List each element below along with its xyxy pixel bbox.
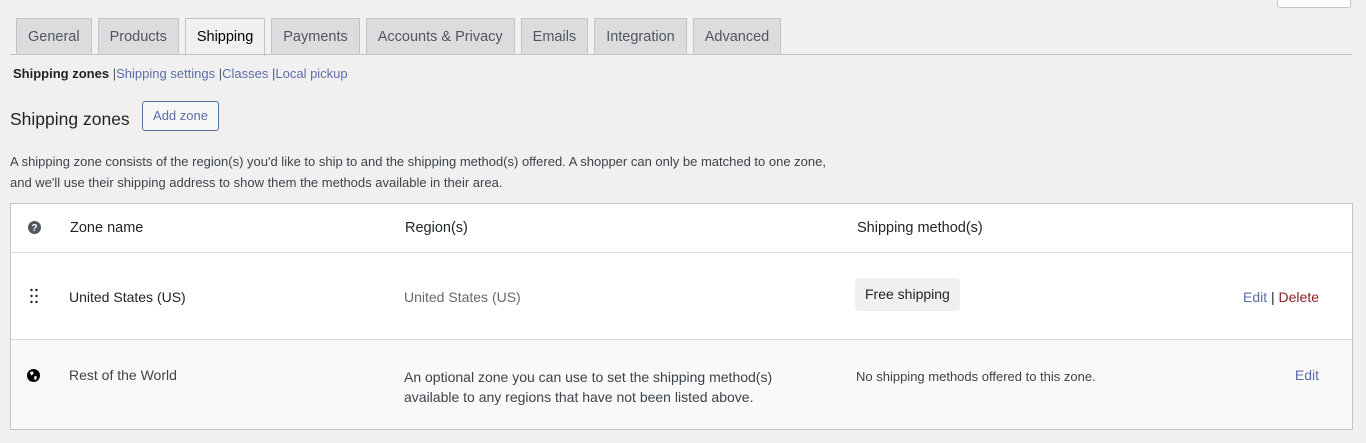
page-title: Shipping zones (10, 109, 130, 129)
zone-region: An optional zone you can use to set the … (404, 369, 773, 405)
shipping-zones-table: ? Zone name Region(s) Shipping method(s)… (10, 203, 1353, 430)
header-shipping-methods: Shipping method(s) (857, 220, 983, 236)
settings-tabs: General Products Shipping Payments Accou… (16, 18, 782, 56)
svg-text:?: ? (31, 223, 37, 234)
header-zone-name: Zone name (70, 220, 144, 236)
edit-link[interactable]: Edit (1243, 289, 1267, 305)
tab-emails[interactable]: Emails (520, 18, 589, 55)
no-methods-text: No shipping methods offered to this zone… (856, 369, 1096, 384)
tab-accounts-privacy[interactable]: Accounts & Privacy (365, 18, 515, 55)
zone-name[interactable]: United States (US) (69, 289, 186, 305)
globe-icon (27, 369, 40, 385)
help-icon[interactable]: ? (28, 221, 41, 238)
subnav-local-pickup[interactable]: Local pickup (275, 66, 347, 81)
description: A shipping zone consists of the region(s… (10, 154, 826, 190)
subnav-shipping-settings[interactable]: Shipping settings (116, 66, 215, 81)
table-row: United States (US) United States (US) Fr… (11, 253, 1352, 340)
zone-region: United States (US) (404, 289, 521, 305)
delete-link[interactable]: Delete (1279, 289, 1319, 305)
header-regions: Region(s) (405, 220, 468, 236)
zone-name: Rest of the World (69, 367, 177, 383)
shipping-subnav: Shipping zones |Shipping settings |Class… (13, 66, 348, 81)
subnav-classes[interactable]: Classes (222, 66, 268, 81)
row-actions: Edit | Delete (1243, 289, 1319, 305)
tab-integration[interactable]: Integration (594, 18, 687, 55)
table-row: Rest of the World An optional zone you c… (11, 340, 1352, 429)
top-right-button[interactable] (1277, 0, 1351, 8)
tab-products[interactable]: Products (97, 18, 179, 55)
subnav-shipping-zones[interactable]: Shipping zones (13, 66, 109, 81)
tab-shipping[interactable]: Shipping (184, 18, 266, 56)
tab-payments[interactable]: Payments (271, 18, 360, 55)
tab-advanced[interactable]: Advanced (692, 18, 782, 55)
tab-divider (10, 54, 1352, 55)
drag-handle-icon[interactable] (30, 288, 38, 307)
edit-link[interactable]: Edit (1295, 367, 1319, 383)
shipping-method-badge[interactable]: Free shipping (855, 278, 960, 311)
add-zone-button[interactable]: Add zone (142, 101, 219, 131)
separator: | (1271, 289, 1275, 305)
table-header: ? Zone name Region(s) Shipping method(s) (11, 204, 1352, 253)
tab-general[interactable]: General (16, 18, 92, 55)
